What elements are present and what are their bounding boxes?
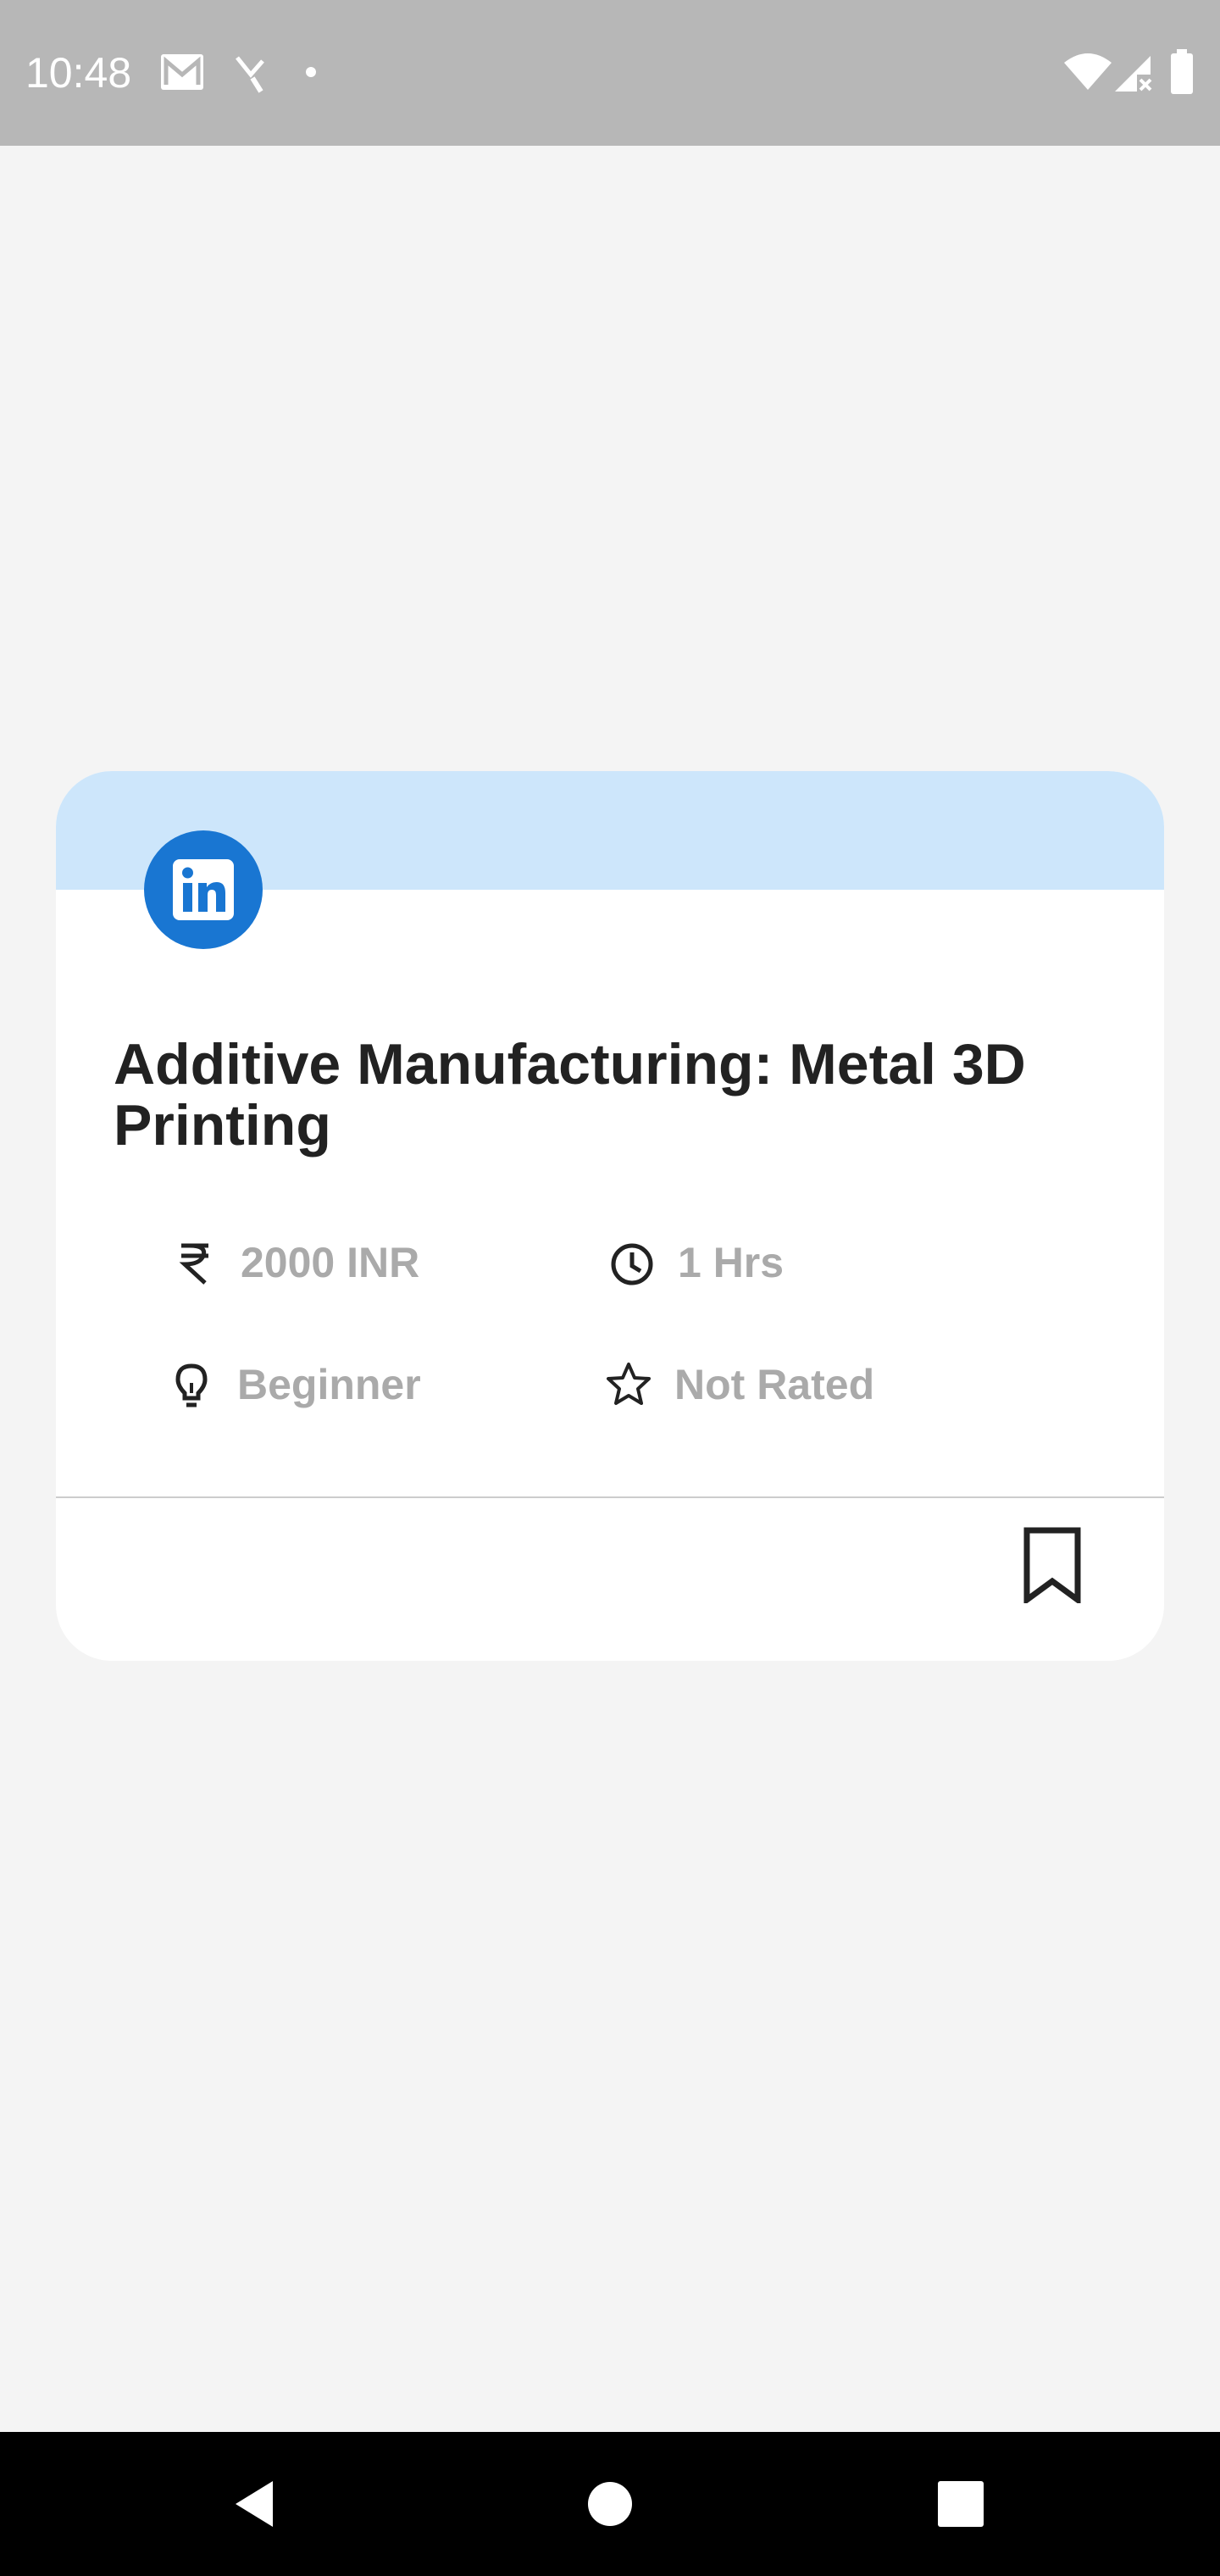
clock-icon <box>611 1243 653 1285</box>
rating-info: Not Rated <box>603 1351 874 1418</box>
rupee-icon <box>179 1243 208 1285</box>
card-divider <box>56 1496 1164 1498</box>
back-button[interactable] <box>186 2432 322 2576</box>
level-text: Beginner <box>237 1361 421 1408</box>
duration-info: 1 Hrs <box>607 1229 784 1296</box>
linkedin-icon <box>144 830 263 949</box>
level-info: Beginner <box>166 1351 421 1418</box>
recents-button[interactable] <box>893 2432 1029 2576</box>
back-icon <box>236 2481 273 2527</box>
course-title[interactable]: Additive Manufacturing: Metal 3D Printin… <box>114 1034 1113 1156</box>
notification-dot-icon <box>306 67 316 77</box>
home-button[interactable] <box>542 2432 678 2576</box>
status-time: 10:48 <box>25 49 132 97</box>
battery-icon <box>1171 49 1193 94</box>
wifi-icon <box>1064 53 1112 90</box>
course-card[interactable]: Additive Manufacturing: Metal 3D Printin… <box>56 771 1164 1661</box>
price-text: 2000 INR <box>241 1239 420 1286</box>
navigation-bar <box>0 2432 1220 2576</box>
gmail-icon <box>161 54 203 90</box>
bookmark-button[interactable] <box>1010 1518 1095 1612</box>
star-icon <box>607 1363 651 1405</box>
recents-icon <box>938 2481 984 2527</box>
home-icon <box>588 2482 632 2526</box>
bookmark-icon <box>1023 1527 1081 1603</box>
duration-text: 1 Hrs <box>678 1239 785 1286</box>
status-bar: 10:48 <box>0 0 1220 146</box>
missed-call-icon <box>236 56 264 93</box>
price-info: 2000 INR <box>169 1229 419 1296</box>
cell-signal-icon <box>1115 56 1152 92</box>
lightbulb-icon <box>175 1363 208 1407</box>
rating-text: Not Rated <box>674 1361 875 1408</box>
